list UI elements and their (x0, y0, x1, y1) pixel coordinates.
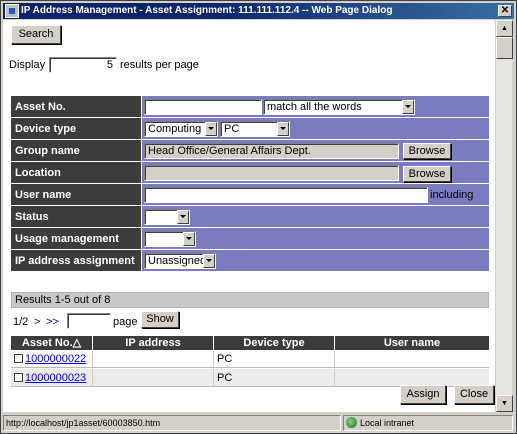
usage-management-label: Usage management (11, 228, 141, 250)
ip-cell (93, 369, 214, 387)
device-type-cell: Computing PC (142, 118, 489, 140)
asset-no-cell: 1000000023 (11, 369, 93, 387)
vertical-scrollbar[interactable]: ▲ ▼ (495, 20, 513, 412)
col-device-type: Device type (214, 336, 335, 350)
device-cell: PC (214, 369, 335, 387)
page-label: page (113, 316, 138, 328)
next-page-link[interactable]: > (34, 316, 40, 329)
device-type-select[interactable]: PC (220, 121, 290, 137)
status-bar: http://localhost/jp1asset/60003850.htm L… (3, 414, 514, 432)
page-number-input[interactable] (67, 313, 111, 329)
scroll-up-icon[interactable]: ▲ (496, 20, 513, 37)
dialog-window: IP Address Management - Asset Assignment… (0, 0, 517, 434)
search-button[interactable]: Search (11, 25, 61, 44)
status-url: http://localhost/jp1asset/60003850.htm (3, 415, 341, 431)
asset-no-input[interactable] (144, 99, 262, 115)
status-select[interactable] (144, 209, 190, 225)
status-label: Status (11, 206, 141, 228)
group-browse-button[interactable]: Browse (403, 143, 451, 159)
chevron-down-icon (205, 122, 217, 136)
row-group-name: Group name Head Office/General Affairs D… (11, 140, 489, 162)
status-zone: Local intranet (343, 415, 513, 431)
title-bar: IP Address Management - Asset Assignment… (3, 3, 514, 19)
device-type-label: Device type (11, 118, 141, 140)
close-icon[interactable]: ✕ (498, 5, 512, 17)
scroll-down-icon[interactable]: ▼ (496, 395, 513, 412)
row-asset-no: Asset No. match all the words (11, 96, 489, 118)
asset-link[interactable]: 1000000023 (25, 372, 86, 384)
usage-management-select[interactable] (144, 231, 196, 247)
location-cell: Browse (142, 162, 489, 184)
asset-no-label: Asset No. (11, 96, 141, 118)
row-ip-assignment: IP address assignment Unassigned (11, 250, 489, 272)
asset-no-cell: 1000000022 (11, 350, 93, 368)
user-name-label: User name (11, 184, 141, 206)
zone-label: Local intranet (360, 418, 415, 428)
ip-assignment-select[interactable]: Unassigned (144, 253, 216, 269)
chevron-down-icon (183, 232, 195, 246)
last-page-link[interactable]: >> (46, 316, 59, 329)
app-icon (5, 4, 19, 18)
device-cell: PC (214, 350, 335, 368)
user-name-cell: including (142, 184, 489, 206)
user-name-input[interactable] (144, 187, 428, 203)
assign-button[interactable]: Assign (400, 385, 446, 404)
ip-assignment-cell: Unassigned (142, 250, 489, 272)
table-row: 1000000022 PC (11, 350, 489, 368)
group-name-label: Group name (11, 140, 141, 162)
results-per-page-input[interactable]: 5 (49, 57, 117, 73)
row-usage-management: Usage management (11, 228, 489, 250)
results-summary: Results 1-5 out of 8 (11, 292, 489, 308)
ip-assignment-value: Unassigned (148, 255, 207, 267)
col-user-name: User name (383, 337, 441, 349)
col-ip-address: IP address (93, 336, 214, 350)
results-table-header: Asset No.△ IP address Device type User n… (11, 336, 489, 350)
scroll-thumb[interactable] (496, 37, 513, 59)
row-location: Location Browse (11, 162, 489, 184)
row-user-name: User name including (11, 184, 489, 206)
row-device-type: Device type Computing PC (11, 118, 489, 140)
asset-no-cell: match all the words (142, 96, 489, 118)
show-button[interactable]: Show (141, 311, 179, 328)
chevron-down-icon (203, 254, 215, 268)
window-title: IP Address Management - Asset Assignment… (21, 5, 393, 16)
page-info: 1/2 (13, 316, 29, 328)
ip-assignment-label: IP address assignment (11, 250, 141, 272)
device-category-select[interactable]: Computing (144, 121, 218, 137)
close-button[interactable]: Close (454, 385, 494, 404)
chevron-down-icon (277, 122, 289, 136)
device-category-value: Computing (148, 123, 202, 135)
location-field (144, 165, 399, 181)
page-content: Search Display 5 results per page Asset … (3, 20, 495, 412)
usage-management-cell (142, 228, 489, 250)
intranet-icon (346, 417, 357, 428)
row-status: Status (11, 206, 489, 228)
group-name-field: Head Office/General Affairs Dept. (144, 143, 399, 159)
location-label: Location (11, 162, 141, 184)
ip-cell (93, 350, 214, 368)
row-checkbox[interactable] (14, 354, 23, 363)
location-browse-button[interactable]: Browse (403, 166, 451, 182)
display-label: Display (9, 59, 46, 71)
device-type-value: PC (224, 123, 240, 135)
match-mode-value: match all the words (267, 101, 362, 113)
chevron-down-icon (402, 100, 414, 114)
match-mode-select[interactable]: match all the words (263, 99, 415, 115)
user-cell (335, 350, 489, 368)
user-name-suffix: including (430, 189, 474, 201)
group-name-cell: Head Office/General Affairs Dept. Browse (142, 140, 489, 162)
row-checkbox[interactable] (14, 373, 23, 382)
status-cell (142, 206, 489, 228)
asset-link[interactable]: 1000000022 (25, 353, 86, 365)
chevron-down-icon (177, 210, 189, 224)
col-asset-no[interactable]: Asset No.△ (11, 336, 93, 350)
results-per-page-label: results per page (120, 59, 199, 71)
